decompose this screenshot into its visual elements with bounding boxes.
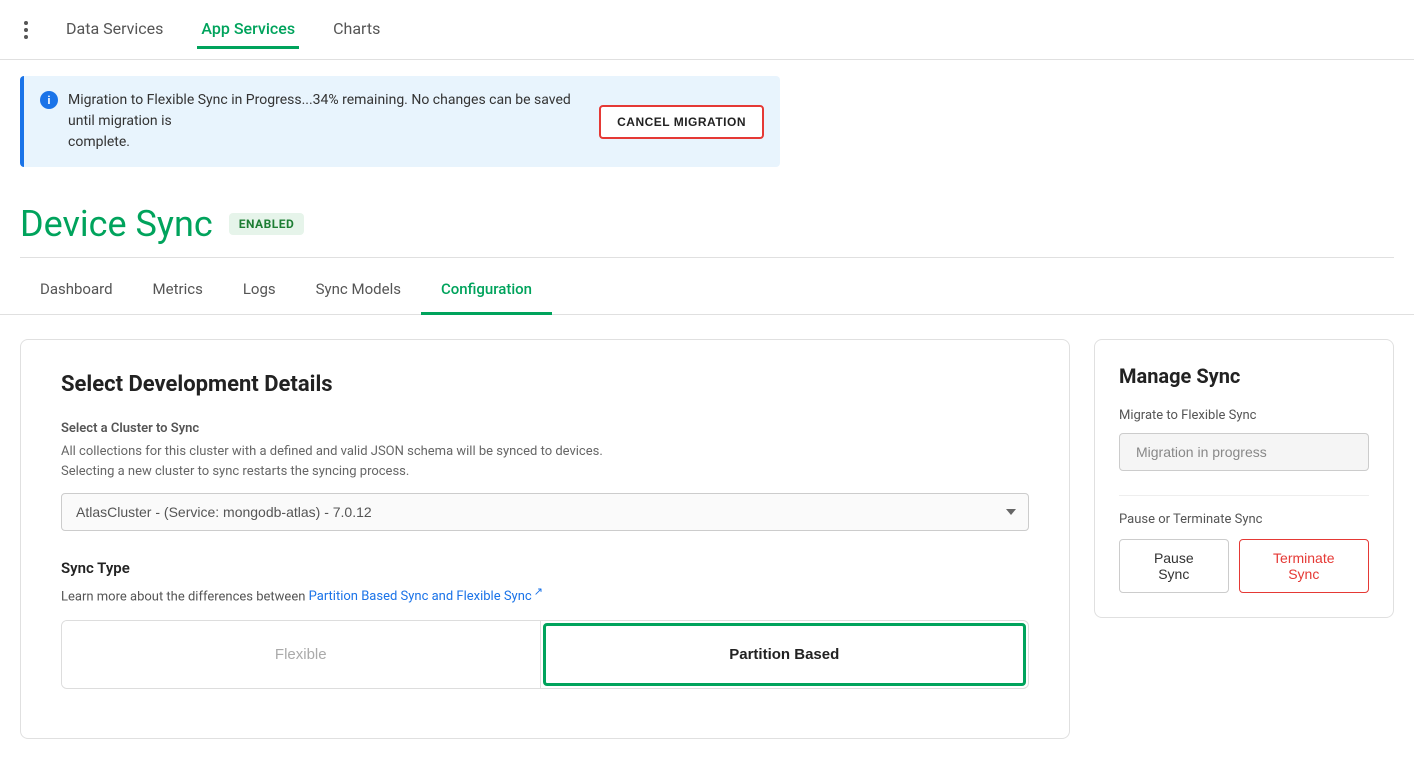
sync-type-label: Sync Type	[61, 559, 1029, 577]
manage-divider	[1119, 495, 1369, 496]
enabled-badge: ENABLED	[229, 213, 305, 235]
cancel-migration-button[interactable]: CANCEL MIGRATION	[599, 105, 764, 139]
menu-dots[interactable]	[20, 17, 32, 43]
top-navigation: Data Services App Services Charts	[0, 0, 1414, 60]
alert-text: Migration to Flexible Sync in Progress..…	[68, 90, 583, 153]
migration-alert-banner: i Migration to Flexible Sync in Progress…	[20, 76, 780, 167]
sync-type-flexible-button[interactable]: Flexible	[62, 621, 541, 688]
info-icon: i	[40, 91, 58, 109]
tab-dashboard[interactable]: Dashboard	[20, 266, 133, 315]
page-title-section: Device Sync ENABLED	[0, 183, 1414, 258]
terminate-sync-button[interactable]: Terminate Sync	[1239, 539, 1369, 593]
cluster-select[interactable]: AtlasCluster - (Service: mongodb-atlas) …	[61, 493, 1029, 531]
title-divider	[20, 257, 1394, 258]
tab-configuration[interactable]: Configuration	[421, 266, 552, 315]
manage-sync-title: Manage Sync	[1119, 364, 1369, 388]
tab-sync-models[interactable]: Sync Models	[296, 266, 421, 315]
pause-terminate-label: Pause or Terminate Sync	[1119, 512, 1369, 527]
main-content: Select Development Details Select a Clus…	[0, 315, 1414, 763]
cluster-field-desc: All collections for this cluster with a …	[61, 442, 1029, 481]
tab-logs[interactable]: Logs	[223, 266, 296, 315]
right-panel: Manage Sync Migrate to Flexible Sync Mig…	[1094, 339, 1394, 618]
alert-content: i Migration to Flexible Sync in Progress…	[40, 90, 583, 153]
sync-type-link[interactable]: Partition Based Sync and Flexible Sync↗	[309, 589, 543, 604]
migrate-label: Migrate to Flexible Sync	[1119, 408, 1369, 423]
page-title: Device Sync	[20, 203, 213, 245]
nav-data-services[interactable]: Data Services	[62, 11, 167, 49]
tab-bar: Dashboard Metrics Logs Sync Models Confi…	[0, 266, 1414, 315]
tab-metrics[interactable]: Metrics	[133, 266, 223, 315]
sync-type-partition-based-button[interactable]: Partition Based	[543, 623, 1027, 686]
sync-action-buttons: Pause Sync Terminate Sync	[1119, 539, 1369, 593]
pause-sync-button[interactable]: Pause Sync	[1119, 539, 1229, 593]
sync-type-desc: Learn more about the differences between…	[61, 585, 1029, 604]
section-title: Select Development Details	[61, 372, 1029, 397]
left-panel: Select Development Details Select a Clus…	[20, 339, 1070, 739]
cluster-select-wrapper: AtlasCluster - (Service: mongodb-atlas) …	[61, 493, 1029, 531]
page-title-row: Device Sync ENABLED	[20, 203, 1394, 245]
nav-charts[interactable]: Charts	[329, 11, 384, 49]
nav-app-services[interactable]: App Services	[197, 11, 299, 49]
migration-in-progress-button: Migration in progress	[1119, 433, 1369, 471]
external-link-icon: ↗	[534, 585, 543, 598]
cluster-field-label: Select a Cluster to Sync	[61, 421, 1029, 436]
sync-type-buttons: Flexible Partition Based	[61, 620, 1029, 689]
